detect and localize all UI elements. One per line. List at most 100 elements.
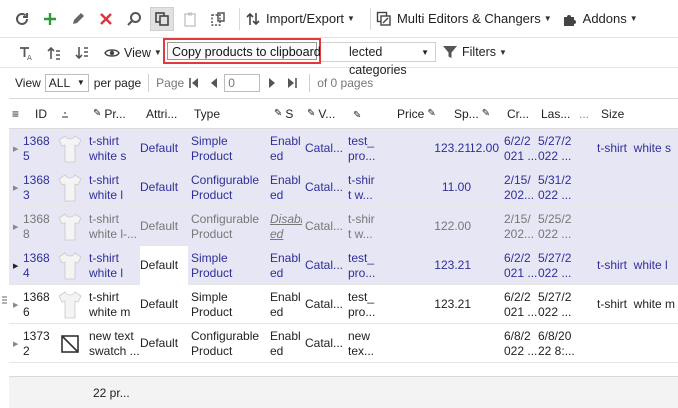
- cell-created[interactable]: 6/2/2 021 ...: [504, 129, 538, 168]
- column-header-size[interactable]: Size: [601, 99, 661, 129]
- resize-handle-icon[interactable]: [0, 98, 9, 408]
- cell-price[interactable]: 123.21: [387, 129, 471, 168]
- cell-sku[interactable]: t-shir t w...: [348, 168, 384, 207]
- cell-size[interactable]: [597, 207, 677, 246]
- column-header-special-price[interactable]: Sp... ✎: [454, 99, 498, 129]
- cell-product-name[interactable]: t-shirt white l-...: [89, 207, 141, 246]
- refresh-button[interactable]: [10, 7, 34, 31]
- cell-attribute-set[interactable]: Default: [140, 129, 188, 168]
- cell-created[interactable]: 2/15/ 202...: [504, 207, 538, 246]
- cell-created[interactable]: 6/8/2 022 ...: [504, 324, 538, 363]
- cell-visibility[interactable]: Catal...: [305, 168, 345, 207]
- cell-price[interactable]: [387, 324, 471, 363]
- cell-type[interactable]: Simple Product: [191, 129, 269, 168]
- column-header-id[interactable]: ID: [35, 99, 55, 129]
- cell-special-price[interactable]: [471, 168, 499, 207]
- cell-special-price[interactable]: [471, 246, 499, 285]
- edit-button[interactable]: [66, 7, 90, 31]
- column-header-image[interactable]: [60, 99, 72, 129]
- cell-id[interactable]: 1368 6: [23, 285, 53, 324]
- cell-special-price[interactable]: 112.00: [471, 129, 499, 168]
- cell-price[interactable]: 123.21: [387, 246, 471, 285]
- cell-created[interactable]: 6/2/2 021 ...: [504, 246, 538, 285]
- column-header-attribute[interactable]: Attri...: [146, 99, 186, 129]
- cell-status[interactable]: Enabl ed: [270, 324, 302, 363]
- cell-attribute-set[interactable]: Default: [140, 285, 188, 324]
- cell-product-name[interactable]: t-shirt white m: [89, 285, 141, 324]
- row-expand-icon[interactable]: ▶: [13, 340, 18, 348]
- cell-size[interactable]: [597, 324, 677, 363]
- cell-type[interactable]: Configurable Product: [191, 324, 269, 363]
- next-page-button[interactable]: [266, 77, 278, 89]
- copy-button[interactable]: [150, 6, 174, 31]
- cell-size[interactable]: t-shirt white l: [597, 246, 677, 285]
- cell-type[interactable]: Simple Product: [191, 246, 269, 285]
- per-page-select[interactable]: ALL ▼: [44, 74, 89, 92]
- cell-id[interactable]: 1373 2: [23, 324, 53, 363]
- cell-price[interactable]: 122.00: [387, 207, 471, 246]
- prev-page-button[interactable]: [208, 77, 220, 89]
- cell-created[interactable]: 2/15/ 202...: [504, 168, 538, 207]
- add-button[interactable]: [38, 7, 62, 31]
- table-row[interactable]: ▶ 1368 4 t-shirt white l Default Simple Prod…: [9, 246, 678, 285]
- addons-menu[interactable]: Addons ▼: [562, 11, 638, 27]
- cell-last-updated[interactable]: 5/27/2 022 ...: [538, 285, 580, 324]
- filters-menu[interactable]: Filters ▼: [442, 44, 507, 60]
- table-row[interactable]: ▶ 1368 3 t-shirt white l Default Configurabl…: [9, 168, 678, 207]
- sort-desc-button[interactable]: [70, 41, 94, 65]
- cell-last-updated[interactable]: 5/31/2 022 ...: [538, 168, 580, 207]
- column-header-type[interactable]: Type: [194, 99, 254, 129]
- column-header-status[interactable]: ✎ S: [274, 99, 306, 129]
- cell-type[interactable]: Configurable Product: [191, 168, 269, 207]
- paste-button[interactable]: [178, 7, 202, 31]
- cell-price[interactable]: 123.21: [387, 285, 471, 324]
- column-header-sku[interactable]: ✎: [353, 99, 369, 129]
- row-expand-icon[interactable]: ▶: [13, 301, 18, 309]
- view-menu[interactable]: View ▼: [104, 45, 162, 61]
- row-menu-icon[interactable]: ≡: [12, 99, 22, 129]
- cell-visibility[interactable]: Catal...: [305, 129, 345, 168]
- cell-size[interactable]: [597, 168, 677, 207]
- duplicate-button[interactable]: [206, 7, 230, 31]
- category-select[interactable]: lected categories ▼: [318, 42, 436, 77]
- delete-button[interactable]: [94, 7, 118, 31]
- cell-special-price[interactable]: [471, 324, 499, 363]
- cell-status[interactable]: Enabl ed: [270, 168, 302, 207]
- column-header-last-updated[interactable]: Las...: [541, 99, 581, 129]
- cell-sku[interactable]: new tex...: [348, 324, 384, 363]
- cell-visibility[interactable]: Catal...: [305, 207, 345, 246]
- row-expand-icon[interactable]: ▶: [13, 223, 18, 231]
- cell-type[interactable]: Simple Product: [191, 285, 269, 324]
- import-export-menu[interactable]: Import/Export ▼: [245, 11, 355, 27]
- page-number-input[interactable]: 0: [224, 74, 261, 92]
- column-header-product[interactable]: ✎ Pr...: [93, 99, 133, 129]
- table-row[interactable]: ▶ 1368 5 t-shirt white s Default Simple Prod…: [9, 129, 678, 168]
- cell-attribute-set[interactable]: Default: [140, 246, 188, 285]
- column-header-visibility[interactable]: ✎ V...: [307, 99, 347, 129]
- table-row[interactable]: ▶ 1368 8 t-shirt white l-... Default Configu…: [9, 207, 678, 246]
- search-button[interactable]: [122, 7, 146, 31]
- table-row[interactable]: ▶ 1373 2 new text swatch ... Default Configu…: [9, 324, 678, 363]
- cell-attribute-set[interactable]: Default: [140, 324, 188, 363]
- cell-product-name[interactable]: t-shirt white l: [89, 246, 141, 285]
- column-header-created[interactable]: Cr...: [507, 99, 537, 129]
- cell-product-name[interactable]: new text swatch ...: [89, 324, 141, 363]
- cell-sku[interactable]: test_ pro...: [348, 246, 384, 285]
- cell-sku[interactable]: test_ pro...: [348, 285, 384, 324]
- cell-attribute-set[interactable]: Default: [140, 168, 188, 207]
- cell-last-updated[interactable]: 5/27/2 022 ...: [538, 129, 580, 168]
- cell-attribute-set[interactable]: Default: [140, 207, 188, 246]
- cell-special-price[interactable]: [471, 207, 499, 246]
- cell-type[interactable]: Configurable Product: [191, 207, 269, 246]
- cell-created[interactable]: 6/2/2 021 ...: [504, 285, 538, 324]
- cell-id[interactable]: 1368 8: [23, 207, 53, 246]
- cell-status[interactable]: Enabl ed: [270, 129, 302, 168]
- row-expand-icon[interactable]: ▶: [13, 184, 18, 192]
- cell-last-updated[interactable]: 5/27/2 022 ...: [538, 246, 580, 285]
- cell-product-name[interactable]: t-shirt white s: [89, 129, 141, 168]
- cell-id[interactable]: 1368 5: [23, 129, 53, 168]
- row-expand-icon[interactable]: ▶: [13, 262, 18, 270]
- cell-size[interactable]: t-shirt white m: [597, 285, 677, 324]
- cell-id[interactable]: 1368 4: [23, 246, 53, 285]
- cell-visibility[interactable]: Catal...: [305, 324, 345, 363]
